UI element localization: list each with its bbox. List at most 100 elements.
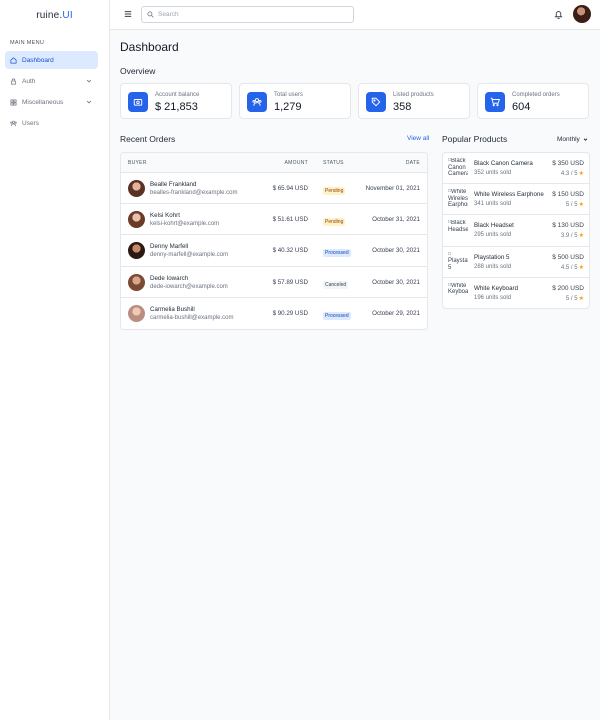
product-image: White Wireless Earphone <box>448 189 468 209</box>
period-select-value: Monthly <box>557 136 580 143</box>
wallet-icon <box>128 92 148 112</box>
units-sold: 288 units sold <box>474 263 512 270</box>
menu-heading: MAIN MENU <box>10 40 45 46</box>
avatar[interactable] <box>573 5 591 23</box>
card-total-users[interactable]: Total users 1,279 <box>239 83 351 119</box>
avatar <box>128 242 145 260</box>
recent-orders-title: Recent Orders <box>120 134 176 144</box>
topbar <box>110 0 600 30</box>
buyer-name: Carmelia Bushill <box>150 305 195 313</box>
star-icon: ★ <box>578 202 584 209</box>
logo-text: ruine. <box>36 9 63 21</box>
table-row[interactable]: Dede Iowarch dede-iowarch@example.com $ … <box>121 267 427 298</box>
star-icon: ★ <box>578 233 584 240</box>
logo-accent: UI <box>62 9 73 21</box>
buyer-email: carmelia-bushill@example.com <box>150 314 234 321</box>
card-value: 604 <box>512 101 531 113</box>
sidebar-item-label: Miscellaneous <box>22 98 64 106</box>
buyer-name: Denny Marfell <box>150 243 189 251</box>
card-value: $ 21,853 <box>155 101 198 113</box>
menu-icon[interactable] <box>124 10 132 18</box>
product-price: $ 500 USD <box>552 253 584 261</box>
page-title: Dashboard <box>120 40 179 54</box>
overview-title: Overview <box>120 66 156 76</box>
product-price: $ 200 USD <box>552 284 584 292</box>
table-row[interactable]: Denny Marfell denny-marfell@example.com … <box>121 235 427 267</box>
product-rating: 5 / 5★ <box>566 201 584 208</box>
search-icon <box>147 11 154 18</box>
units-sold: 295 units sold <box>474 232 512 239</box>
tag-icon <box>366 92 386 112</box>
sidebar-item-label: Auth <box>22 77 36 85</box>
list-item[interactable]: White Keyboard White Keyboard 196 units … <box>443 278 589 308</box>
rating-value: 5 / 5 <box>565 202 578 209</box>
product-image-alt: Playstation 5 <box>448 258 468 271</box>
bell-icon[interactable] <box>554 10 563 19</box>
avatar <box>128 180 145 197</box>
order-date: October 30, 2021 <box>372 278 420 286</box>
table-row[interactable]: Kelsi Kohrt kelsi-kohrt@example.com $ 51… <box>121 204 427 236</box>
search-input[interactable] <box>158 11 338 18</box>
card-completed-orders[interactable]: Completed orders 604 <box>477 83 589 119</box>
order-amount: $ 57.89 USD <box>272 278 308 286</box>
period-select[interactable]: Monthly <box>557 136 588 143</box>
orders-table: BUYER AMOUNT STATUS DATE Bealle Franklan… <box>120 152 428 330</box>
product-rating: 4.5 / 5★ <box>561 264 584 271</box>
table-header: BUYER AMOUNT STATUS DATE <box>121 153 427 173</box>
status-badge: Processed <box>323 249 351 258</box>
order-date: October 29, 2021 <box>372 309 420 317</box>
buyer-email: kelsi-kohrt@example.com <box>150 221 220 228</box>
status-badge: Canceled <box>323 280 349 289</box>
sidebar-item-auth[interactable]: Auth <box>5 72 98 90</box>
avatar <box>128 211 145 229</box>
product-image: Black Canon Camera <box>448 158 468 178</box>
order-date: October 31, 2021 <box>372 216 420 224</box>
table-row[interactable]: Carmelia Bushill carmelia-bushill@exampl… <box>121 298 427 329</box>
card-value: 1,279 <box>274 101 302 113</box>
sidebar-item-miscellaneous[interactable]: Miscellaneous <box>5 93 98 111</box>
rating-value: 4.3 / 5 <box>560 171 578 177</box>
list-item[interactable]: Black Canon Camera Black Canon Camera 35… <box>443 153 589 185</box>
star-icon: ★ <box>578 264 584 271</box>
status-badge: Pending <box>323 218 346 227</box>
sidebar: ruine. UI MAIN MENU Dashboard Auth Miscel… <box>0 0 110 720</box>
avatar <box>128 273 145 291</box>
card-listed-products[interactable]: Listed products 358 <box>358 83 470 119</box>
units-sold: 196 units sold <box>474 294 512 301</box>
card-value: 358 <box>393 101 412 113</box>
product-price: $ 130 USD <box>552 222 584 230</box>
column-header-amount: AMOUNT <box>284 160 308 166</box>
buyer-email: bealles-frankland@example.com <box>150 190 238 196</box>
card-account-balance[interactable]: Account balance $ 21,853 <box>120 83 232 119</box>
star-icon: ★ <box>578 171 584 177</box>
search-box[interactable] <box>141 6 354 23</box>
product-image-alt: White Keyboard <box>448 282 468 296</box>
cart-icon <box>485 92 505 112</box>
product-price: $ 350 USD <box>552 160 584 167</box>
star-icon: ★ <box>578 295 584 302</box>
list-item[interactable]: Black Headset Black Headset 295 units so… <box>443 215 589 247</box>
status-badge: Processed <box>323 311 351 320</box>
list-item[interactable]: Playstation 5 Playstation 5 288 units so… <box>443 247 589 278</box>
product-price: $ 150 USD <box>552 191 584 199</box>
product-rating: 5 / 5★ <box>566 295 584 302</box>
product-name: White Wireless Earphone <box>474 191 544 199</box>
order-amount: $ 51.61 USD <box>272 216 308 224</box>
list-item[interactable]: White Wireless Earphone White Wireless E… <box>443 184 589 216</box>
product-image-alt: Black Headset <box>448 220 468 233</box>
sidebar-item-users[interactable]: Users <box>5 114 98 132</box>
logo[interactable]: ruine. UI <box>0 0 109 30</box>
buyer-email: denny-marfell@example.com <box>150 252 229 259</box>
card-label: Completed orders <box>512 92 560 98</box>
sidebar-item-dashboard[interactable]: Dashboard <box>5 51 98 69</box>
column-header-buyer: BUYER <box>128 160 147 166</box>
view-all-link[interactable]: View all <box>407 135 429 142</box>
product-name: Black Headset <box>474 222 514 230</box>
status-badge: Pending <box>323 187 346 195</box>
product-rating: 3.9 / 5★ <box>561 232 584 239</box>
buyer-name: Kelsi Kohrt <box>150 212 180 220</box>
popular-products-list: Black Canon Camera Black Canon Camera 35… <box>442 152 590 309</box>
column-header-status: STATUS <box>323 160 344 166</box>
grid-icon <box>10 99 17 105</box>
table-row[interactable]: Bealle Frankland bealles-frankland@examp… <box>121 173 427 205</box>
